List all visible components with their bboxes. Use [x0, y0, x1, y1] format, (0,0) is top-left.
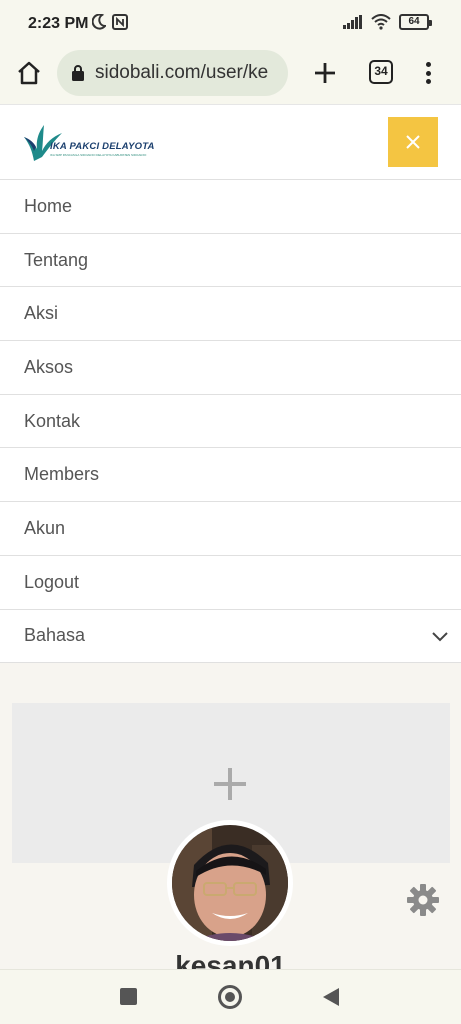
nav-menu: Home Tentang Aksi Aksos Kontak Members A…	[0, 180, 461, 664]
address-bar[interactable]: sidobali.com/user/ke	[57, 50, 288, 96]
url-text: sidobali.com/user/ke	[95, 62, 269, 83]
nav-item-home[interactable]: Home	[0, 180, 461, 234]
close-menu-button[interactable]	[388, 117, 438, 167]
nav-item-label: Logout	[24, 571, 80, 592]
tab-switcher-button[interactable]: 34	[369, 60, 393, 84]
logo-title: IKA PAKCI DELAYOTA	[50, 141, 155, 152]
nav-item-logout[interactable]: Logout	[0, 556, 461, 610]
chevron-down-icon	[432, 631, 448, 641]
home-icon	[18, 61, 40, 85]
nav-item-bahasa[interactable]: Bahasa	[0, 610, 461, 664]
signal-icon	[343, 15, 362, 29]
home-system-button[interactable]	[218, 985, 242, 1009]
wifi-icon	[371, 14, 391, 30]
system-nav-bar	[0, 969, 461, 1024]
nav-item-kontak[interactable]: Kontak	[0, 395, 461, 449]
nav-item-aksi[interactable]: Aksi	[0, 287, 461, 342]
moon-icon	[92, 14, 106, 30]
nav-item-label: Akun	[24, 517, 66, 538]
close-icon	[406, 135, 420, 149]
nav-item-label: Kontak	[24, 410, 81, 431]
new-tab-button[interactable]	[312, 60, 338, 86]
browser-menu-button[interactable]	[420, 60, 436, 86]
nav-item-label: Aksos	[24, 356, 74, 377]
add-cover-icon[interactable]	[213, 767, 247, 801]
menu-dot	[425, 62, 431, 67]
user-photo	[172, 825, 288, 941]
avatar-photo	[172, 825, 288, 941]
settings-gear-icon[interactable]	[406, 883, 440, 917]
nav-item-label: Tentang	[24, 249, 89, 270]
status-right-icons: 64	[343, 14, 432, 30]
nav-item-akun[interactable]: Akun	[0, 502, 461, 556]
nav-item-label: Bahasa	[24, 625, 86, 646]
browser-toolbar: sidobali.com/user/ke 34	[0, 48, 461, 104]
nav-item-tentang[interactable]: Tentang	[0, 234, 461, 288]
battery-icon: 64	[399, 14, 432, 30]
nav-item-label: Members	[24, 464, 100, 485]
nav-item-aksos[interactable]: Aksos	[0, 341, 461, 395]
nav-item-label: Home	[24, 195, 73, 216]
back-button[interactable]	[322, 987, 340, 1007]
menu-dot	[425, 70, 431, 76]
logo-subtitle: IKA SMP PANCASILA SIDOARJO DELAYOTA KABU…	[50, 153, 147, 157]
nav-item-members[interactable]: Members	[0, 448, 461, 503]
nav-item-label: Aksi	[24, 303, 59, 324]
recent-apps-button[interactable]	[120, 988, 137, 1005]
avatar[interactable]	[167, 820, 293, 946]
status-left-icons	[92, 14, 128, 30]
status-bar: 2:23 PM 64	[0, 0, 461, 48]
menu-dot	[425, 79, 431, 84]
nfc-icon	[112, 14, 128, 30]
home-button[interactable]	[14, 58, 44, 88]
site-logo[interactable]: IKA PAKCI DELAYOTA IKA SMP PANCASILA SID…	[22, 121, 154, 165]
status-time: 2:23 PM	[28, 15, 89, 32]
site-header: IKA PAKCI DELAYOTA IKA SMP PANCASILA SID…	[0, 104, 461, 180]
lock-icon	[72, 65, 84, 81]
